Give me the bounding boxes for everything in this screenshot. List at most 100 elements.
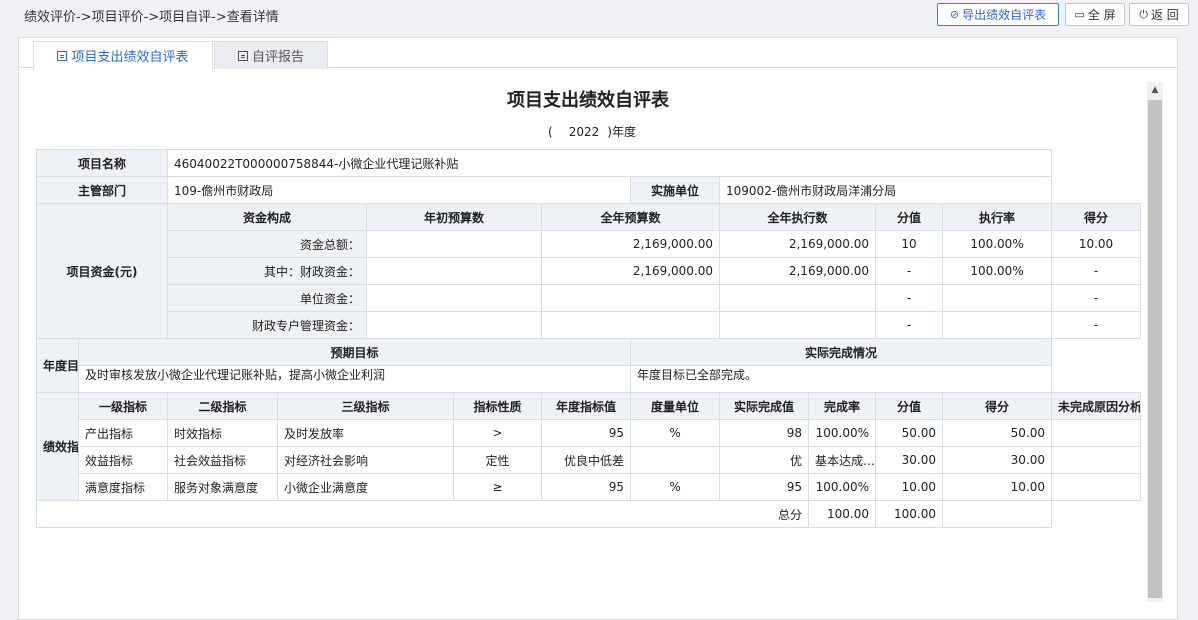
breadcrumb: 绩效评价->项目评价->项目自评->查看详情 [24,10,279,25]
funds-budget: 2,169,000.00 [541,257,721,285]
main-panel: 项目支出绩效自评表 自评报告 项目支出绩效自评表 (2022)年度 项目名称 4… [18,37,1178,620]
indicator-rate: 100.00% [808,419,877,447]
evaluation-table: 项目名称 46040022T000000758844-小微企业代理记账补贴 主管… [35,149,1141,528]
indicator-target: 优良中低差 [541,446,632,474]
fullscreen-button[interactable]: ▭ 全 屏 [1065,3,1125,26]
actual-goal-header: 实际完成情况 [630,338,1053,366]
indicator-nature: 定性 [453,446,543,474]
indicator-l2: 时效指标 [167,419,279,447]
tab-label: 项目支出绩效自评表 [71,50,189,65]
funds-rate: 100.00% [942,230,1053,258]
dept-row: 主管部门 109-儋州市财政局 实施单位 109002-儋州市财政局洋浦分局 [35,176,1141,204]
funds-name: 单位资金： [167,284,368,312]
dept-label: 主管部门 [35,176,169,204]
indicator-actual: 优 [719,446,810,474]
goals-row: 及时审核发放小微企业代理记账补贴，提高小微企业利润 年度目标已全部完成。 [37,365,1141,393]
export-button[interactable]: ⊘ 导出绩效自评表 [937,3,1059,26]
actual-goal-text: 年度目标已全部完成。 [630,365,1053,393]
document-area: 项目支出绩效自评表 (2022)年度 项目名称 46040022T0000007… [35,82,1141,617]
power-icon: ⏻ [1139,7,1148,21]
funds-header: 全年执行数 [719,203,877,231]
scrollbar-thumb[interactable] [1148,100,1162,598]
funds-name: 财政专户管理资金： [167,311,368,339]
document-title: 项目支出绩效自评表 [507,90,669,111]
indicator-score: 50.00 [942,419,1053,447]
indicator-l2: 服务对象满意度 [167,473,279,501]
unit-label: 实施单位 [630,176,721,204]
funds-rate [942,284,1053,312]
dept-value: 109-儋州市财政局 [167,176,632,204]
funds-budget [541,284,721,312]
indicator-unit [630,446,721,474]
goals-header-row: 年度目标 预期目标 实际完成情况 [36,338,1141,393]
funds-initial [366,284,543,312]
indicator-row: 产出指标 时效指标 及时发放率 > 95 % 98 100.00% 50.00 … [37,419,1141,447]
indicator-l1: 满意度指标 [77,473,169,501]
indicator-header: 分值 [875,392,944,420]
tab-self-evaluation-table[interactable]: 项目支出绩效自评表 [33,41,213,69]
indicator-row: 效益指标 社会效益指标 对经济社会影响 定性 优良中低差 优 基本达成… 30.… [37,446,1141,474]
funds-rate: 100.00% [942,257,1053,285]
total-value: 100.00 [808,500,877,528]
indicator-header: 得分 [942,392,1053,420]
indicator-l3: 对经济社会影响 [277,446,455,474]
back-button[interactable]: ⏻ 返 回 [1129,3,1189,26]
export-button-label: 导出绩效自评表 [962,8,1047,22]
funds-initial [366,311,543,339]
window-icon: ▭ [1074,8,1085,21]
indicator-l2: 社会效益指标 [167,446,279,474]
indicator-l3: 及时发放率 [277,419,455,447]
fullscreen-button-label: 全 屏 [1087,8,1116,22]
expected-goal-header: 预期目标 [77,338,632,366]
indicator-l3: 小微企业满意度 [277,473,455,501]
tab-label: 自评报告 [251,50,304,65]
funds-score: 10.00 [1051,230,1141,258]
funds-header: 得分 [1051,203,1141,231]
funds-score-value: - [875,284,944,312]
indicator-nature: > [453,419,543,447]
indicator-rate: 100.00% [808,473,877,501]
funds-row: 财政专户管理资金： - - [37,311,1141,339]
funds-label: 项目资金(元) [35,203,169,339]
indicator-row: 满意度指标 服务对象满意度 小微企业满意度 ≥ 95 % 95 100.00% … [37,473,1141,501]
scroll-up-icon[interactable]: ▲ [1147,82,1163,98]
funds-score-value: - [875,257,944,285]
indicator-header: 实际完成值 [719,392,810,420]
funds-row: 其中：财政资金： 2,169,000.00 2,169,000.00 - 100… [37,257,1141,285]
tab-bar: 项目支出绩效自评表 自评报告 [19,38,1177,69]
funds-header-row: 项目资金(元) 资金构成 年初预算数 全年预算数 全年执行数 分值 执行率 得分 [35,203,1141,339]
indicator-value: 10.00 [875,473,944,501]
funds-executed [719,284,877,312]
funds-header: 资金构成 [167,203,368,231]
indicator-header: 指标性质 [453,392,543,420]
funds-executed: 2,169,000.00 [719,230,877,258]
indicator-rate[interactable]: 基本达成… [808,446,877,474]
indicator-value: 30.00 [875,446,944,474]
indicator-nature: ≥ [453,473,543,501]
year-open: ( [548,125,553,139]
project-name-label: 项目名称 [35,149,169,177]
funds-header: 全年预算数 [541,203,721,231]
funds-name: 其中：财政资金： [167,257,368,285]
funds-name: 资金总额： [167,230,368,258]
indicator-header: 未完成原因分析 [1051,392,1141,420]
total-row: 总分 100.00 100.00 [35,500,1141,528]
funds-budget [541,311,721,339]
indicator-header: 完成率 [808,392,877,420]
indicator-header-row: 绩效指标 一级指标 二级指标 三级指标 指标性质 年度指标值 度量单位 实际完成… [36,392,1141,501]
indicator-header: 三级指标 [277,392,455,420]
funds-row: 单位资金： - - [37,284,1141,312]
funds-score: - [1051,257,1141,285]
funds-budget: 2,169,000.00 [541,230,721,258]
indicator-value: 50.00 [875,419,944,447]
indicator-unit: % [630,419,721,447]
funds-executed [719,311,877,339]
vertical-scrollbar[interactable]: ▲ [1147,82,1163,602]
indicator-score: 30.00 [942,446,1053,474]
project-name-value: 46040022T000000758844-小微企业代理记账补贴 [167,149,1053,177]
goals-label: 年度目标 [36,338,79,393]
back-button-label: 返 回 [1150,8,1179,22]
indicator-target: 95 [541,419,632,447]
indicator-header: 一级指标 [77,392,169,420]
tab-self-evaluation-report[interactable]: 自评报告 [214,41,328,69]
